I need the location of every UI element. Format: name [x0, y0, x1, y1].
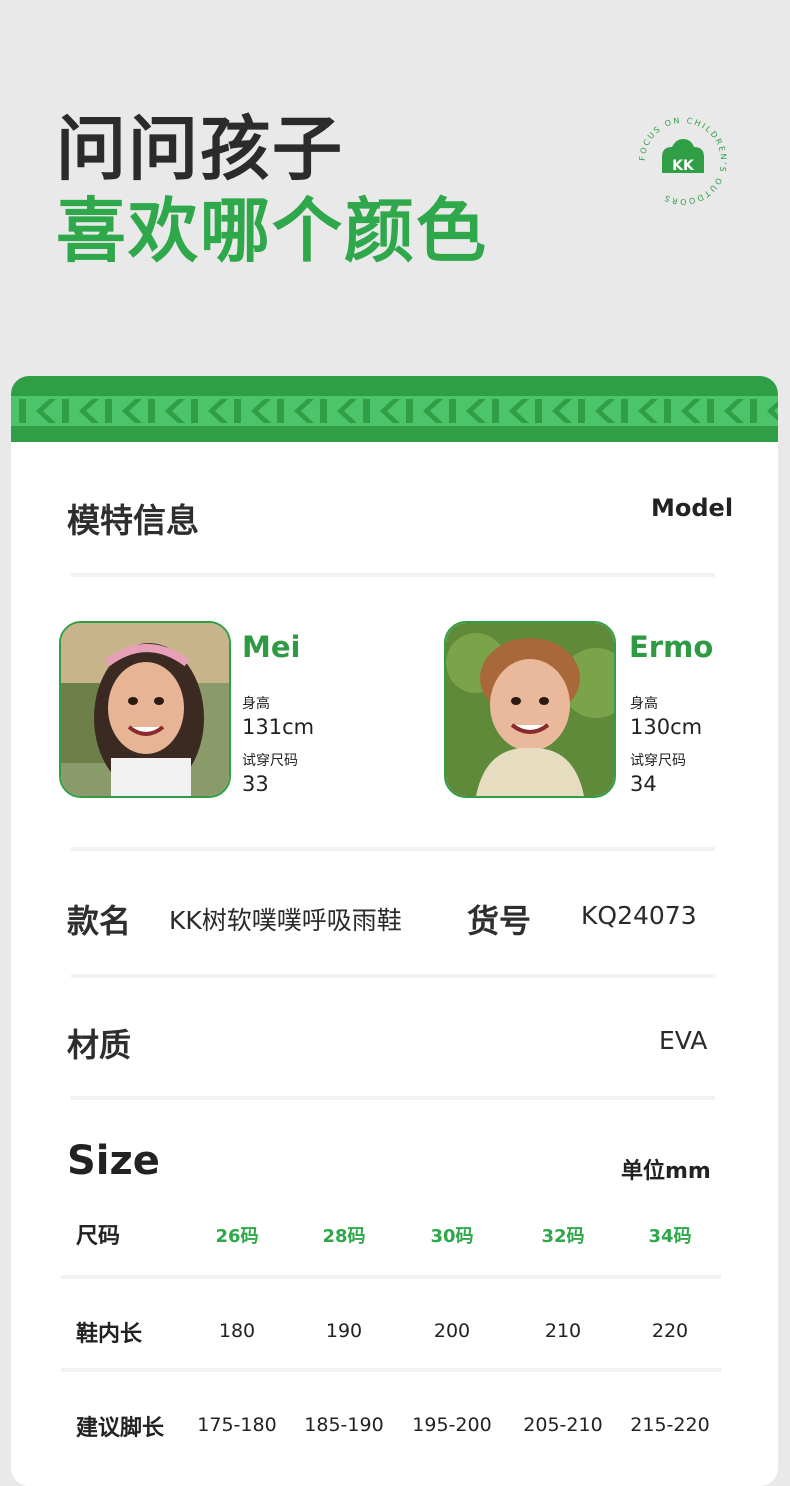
headline-line-1: 问问孩子: [56, 108, 344, 190]
model-height: 130cm: [630, 715, 703, 739]
product-name-label: 款名: [67, 902, 132, 940]
divider: [61, 1275, 721, 1279]
product-sku-label: 货号: [467, 902, 532, 940]
material-value: EVA: [659, 1026, 708, 1055]
model-height: 131cm: [242, 715, 315, 739]
table-cell: 205-210: [523, 1414, 603, 1436]
divider: [71, 573, 715, 577]
model-name: Ermo: [629, 630, 714, 664]
model-height-label: 身高: [630, 696, 658, 712]
model-section-title-en: Model: [651, 494, 734, 522]
size-column-header: 30码: [430, 1226, 474, 1247]
table-cell: 200: [433, 1320, 471, 1342]
badge-seal-icon: FOCUS ON CHILDREN'S OUTDOORS KK: [638, 116, 726, 206]
divider: [71, 974, 715, 978]
info-card: 模特信息 Model Mei 身高 131cm 试穿尺码 33 Ermo 身高 …: [11, 376, 778, 1486]
cloud-icon: [662, 139, 704, 157]
model-section-title: 模特信息: [67, 501, 199, 540]
size-header-label: 尺码: [76, 1224, 121, 1249]
divider: [71, 847, 715, 851]
size-table-title: Size: [67, 1138, 160, 1184]
svg-text:KK: KK: [672, 158, 695, 174]
kk-pattern-icon: [19, 399, 778, 423]
size-unit: 单位mm: [621, 1159, 711, 1184]
size-column-header: 34码: [648, 1226, 692, 1247]
size-column-header: 28码: [322, 1226, 366, 1247]
divider: [61, 1368, 721, 1372]
table-cell: 180: [218, 1320, 256, 1342]
product-sku: KQ24073: [581, 901, 697, 930]
size-column-header: 32码: [541, 1226, 585, 1247]
headline-line-2: 喜欢哪个颜色: [56, 190, 488, 272]
model-size: 33: [242, 772, 269, 796]
table-cell: 220: [651, 1320, 689, 1342]
table-cell: 190: [325, 1320, 363, 1342]
table-cell: 215-220: [630, 1414, 710, 1436]
model-name: Mei: [242, 630, 301, 664]
model-size-label: 试穿尺码: [630, 753, 686, 769]
model-photo-mei: [59, 621, 231, 798]
headline: 问问孩子 喜欢哪个颜色: [56, 108, 488, 272]
table-cell: 210: [544, 1320, 582, 1342]
model-size: 34: [630, 772, 657, 796]
model-photo-ermo: [444, 621, 616, 798]
table-row-label: 鞋内长: [76, 1322, 143, 1347]
model-height-label: 身高: [242, 696, 270, 712]
kk-pattern-stripe: [11, 376, 778, 442]
table-cell: 195-200: [412, 1414, 492, 1436]
table-row-label: 建议脚长: [76, 1416, 165, 1441]
table-cell: 185-190: [304, 1414, 384, 1436]
size-column-header: 26码: [215, 1226, 259, 1247]
brand-badge: FOCUS ON CHILDREN'S OUTDOORS KK: [635, 113, 731, 209]
model-size-label: 试穿尺码: [242, 753, 298, 769]
material-label: 材质: [67, 1026, 132, 1064]
product-name: KK树软噗噗呼吸雨鞋: [169, 906, 402, 935]
table-cell: 175-180: [197, 1414, 277, 1436]
divider: [71, 1096, 715, 1100]
